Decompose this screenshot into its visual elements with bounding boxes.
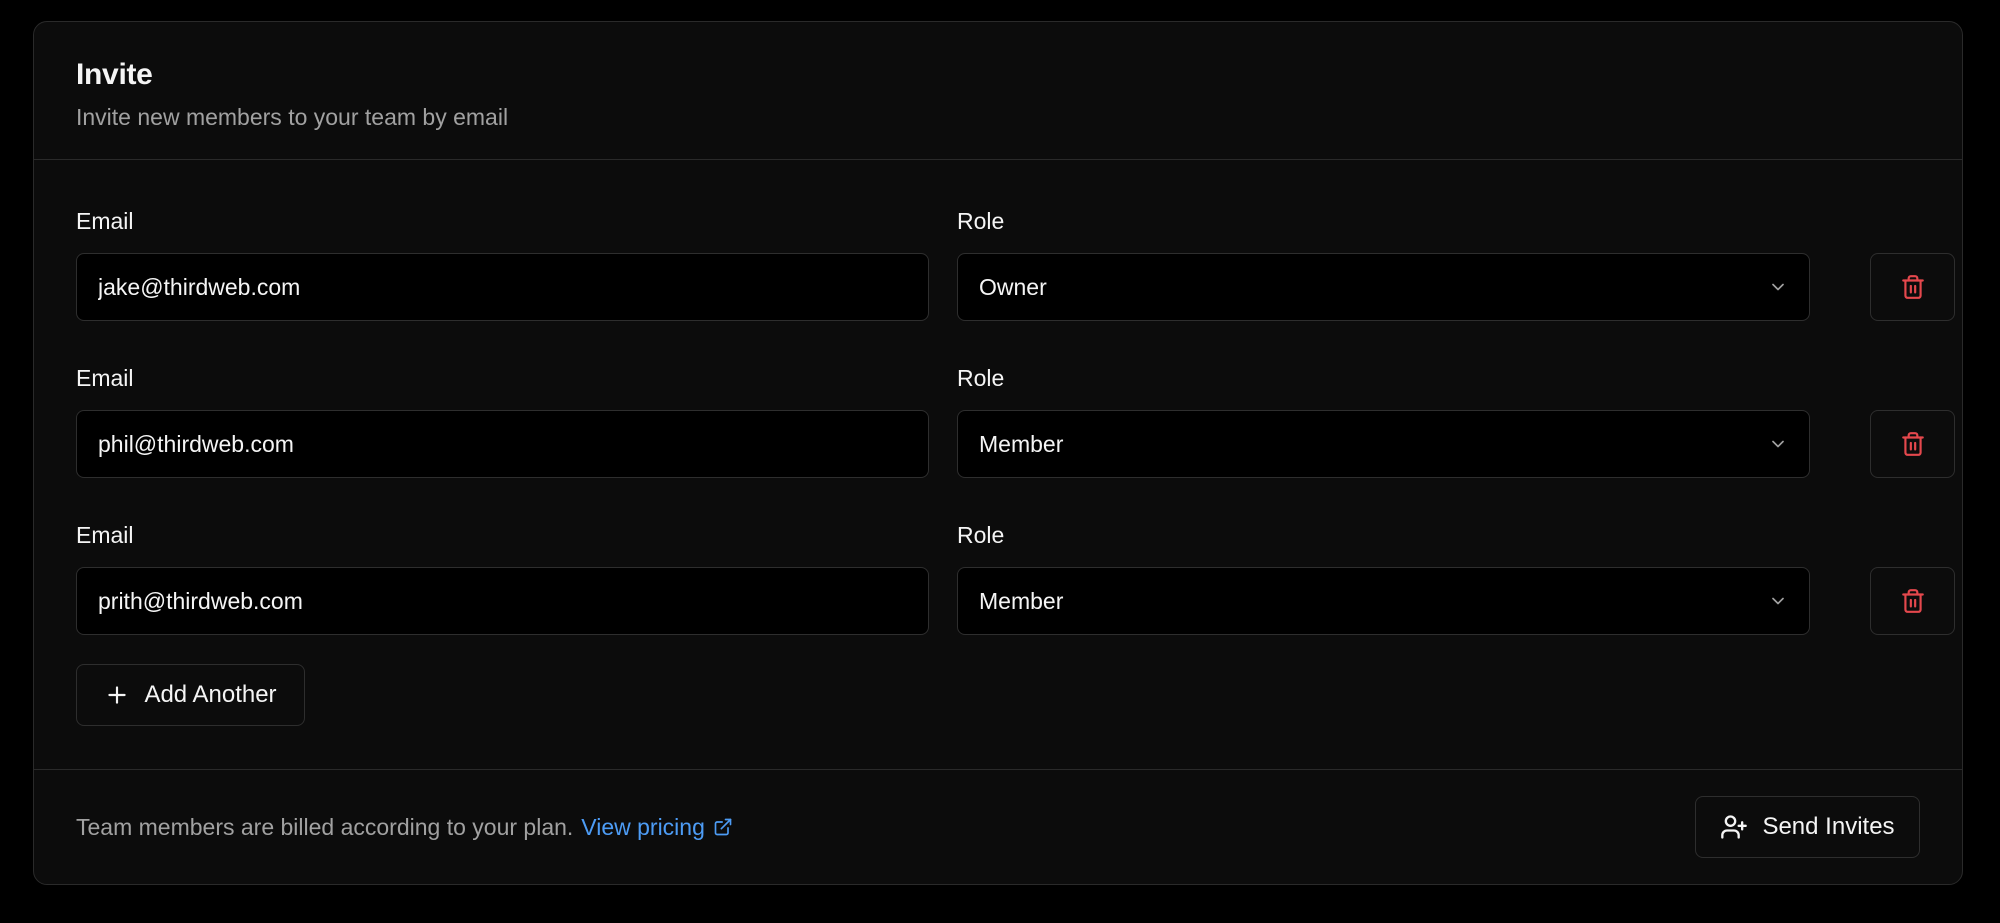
user-plus-icon — [1721, 815, 1748, 839]
billing-note: Team members are billed according to you… — [76, 814, 733, 841]
trash-icon — [1901, 589, 1924, 613]
role-label: Role — [957, 365, 1005, 391]
chevron-down-icon — [1772, 597, 1784, 605]
card-subtitle: Invite new members to your team by email — [76, 104, 509, 130]
send-invites-label: Send Invites — [1762, 813, 1895, 840]
chevron-down-icon — [1772, 440, 1784, 448]
email-label: Email — [76, 522, 134, 548]
email-input[interactable] — [76, 253, 929, 321]
role-value: Member — [979, 587, 1064, 614]
plus-icon — [108, 686, 127, 704]
role-label: Role — [957, 522, 1005, 548]
add-another-button[interactable]: Add Another — [76, 664, 305, 726]
role-select[interactable]: Member — [957, 567, 1810, 635]
send-invites-button[interactable]: Send Invites — [1695, 796, 1920, 858]
delete-row-button[interactable] — [1870, 253, 1955, 321]
card-title: Invite — [76, 58, 153, 91]
chevron-down-icon — [1772, 283, 1784, 291]
card-header: Invite Invite new members to your team b… — [34, 22, 1962, 160]
add-another-label: Add Another — [144, 681, 277, 708]
role-value: Owner — [979, 273, 1047, 300]
email-label: Email — [76, 208, 134, 234]
billing-note-text: Team members are billed according to you… — [76, 813, 574, 840]
trash-icon — [1901, 432, 1924, 456]
invite-form: Email Role Owner Email Role Member — [34, 160, 1962, 770]
email-input[interactable] — [76, 410, 929, 478]
invite-row: Email Role Member — [76, 520, 1955, 640]
role-label: Role — [957, 208, 1005, 234]
delete-row-button[interactable] — [1870, 410, 1955, 478]
card-footer: Team members are billed according to you… — [34, 770, 1962, 884]
invite-row: Email Role Member — [76, 363, 1955, 483]
external-link-icon — [714, 818, 732, 836]
role-select[interactable]: Owner — [957, 253, 1810, 321]
delete-row-button[interactable] — [1870, 567, 1955, 635]
trash-icon — [1901, 275, 1924, 299]
view-pricing-link[interactable]: View pricing — [581, 814, 733, 841]
email-input[interactable] — [76, 567, 929, 635]
invite-card: Invite Invite new members to your team b… — [33, 21, 1963, 885]
email-label: Email — [76, 365, 134, 391]
role-value: Member — [979, 430, 1064, 457]
invite-row: Email Role Owner — [76, 206, 1955, 326]
role-select[interactable]: Member — [957, 410, 1810, 478]
view-pricing-label: View pricing — [581, 813, 705, 840]
